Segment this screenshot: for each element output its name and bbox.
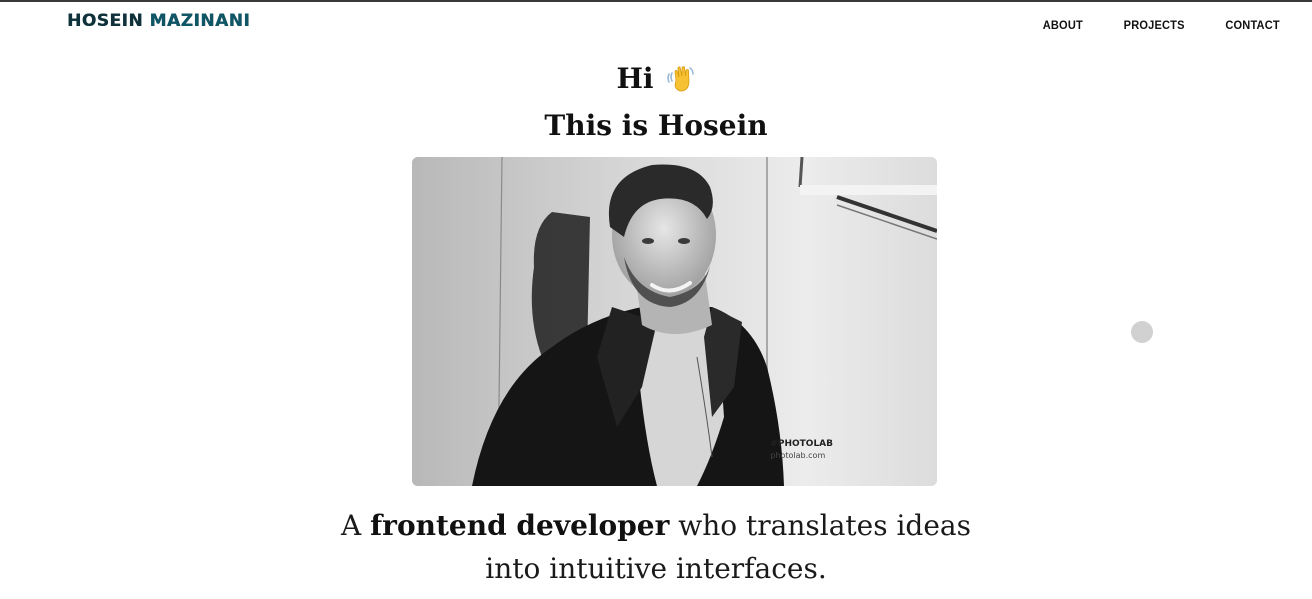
nav-about[interactable]: ABOUT: [1043, 18, 1083, 32]
tagline-role: frontend developer: [370, 509, 670, 542]
photo-watermark: #PHOTOLAB photolab.com: [770, 438, 833, 462]
brand-first-name: HOSEIN: [67, 11, 144, 31]
waving-hand-icon: [666, 64, 696, 94]
profile-photo: #PHOTOLAB photolab.com: [412, 157, 937, 486]
greeting-text: Hi: [616, 62, 654, 95]
custom-cursor: [1131, 321, 1153, 343]
brand-last-name: MAZINANI: [149, 11, 251, 31]
main-nav: ABOUT PROJECTS CONTACT: [1041, 18, 1282, 32]
nav-projects[interactable]: PROJECTS: [1123, 18, 1184, 32]
tagline-line-1: A frontend developer who translates idea…: [0, 504, 1312, 547]
photo-watermark-url: photolab.com: [770, 451, 826, 460]
tagline-line-2: into intuitive interfaces.: [485, 552, 827, 585]
hero-section: Hi This is Hosein: [0, 58, 1312, 146]
greeting-heading: Hi: [0, 58, 1312, 100]
brand-logo[interactable]: HOSEIN MAZINANI: [67, 11, 250, 31]
hero-tagline: A frontend developer who translates idea…: [0, 504, 1312, 590]
tagline-prefix: A: [341, 509, 362, 542]
tagline-suffix: who translates ideas: [678, 509, 971, 542]
top-border: [0, 0, 1312, 2]
photo-watermark-title: #PHOTOLAB: [770, 439, 833, 449]
hero-subtitle: This is Hosein: [544, 109, 768, 142]
nav-contact[interactable]: CONTACT: [1225, 18, 1279, 32]
